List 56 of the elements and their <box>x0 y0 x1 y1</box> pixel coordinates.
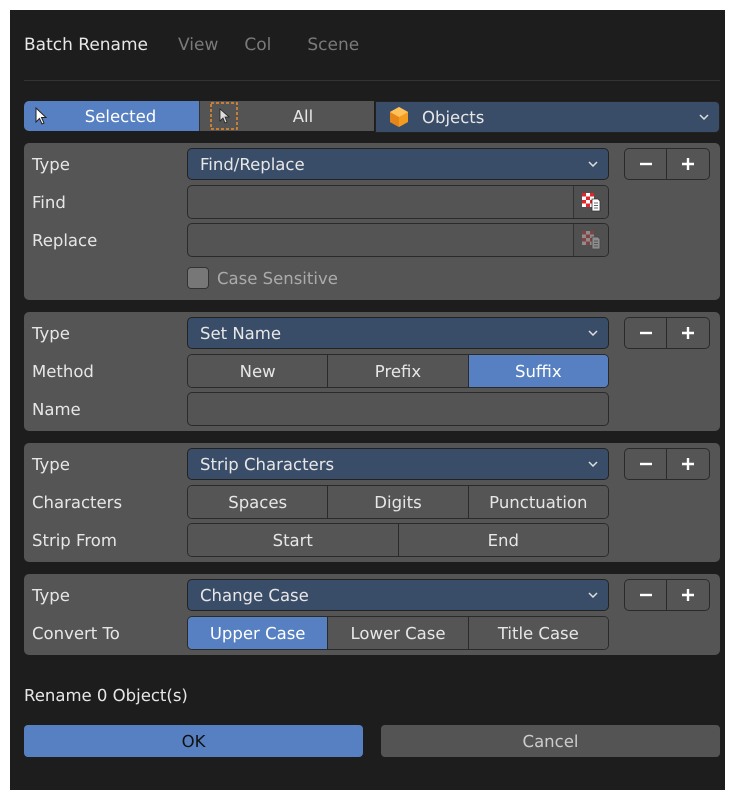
checker-document-icon <box>580 191 602 213</box>
option-toggle[interactable]: Suffix <box>468 355 608 387</box>
status-text: Rename 0 Object(s) <box>24 684 189 706</box>
cube-icon <box>388 106 410 128</box>
field-label: Method <box>32 362 95 380</box>
text-field[interactable] <box>187 223 609 257</box>
dialog-title: Batch Rename <box>24 35 148 55</box>
remove-button[interactable] <box>624 579 667 611</box>
checkbox[interactable] <box>187 267 209 289</box>
option-toggle[interactable]: Title Case <box>468 617 608 649</box>
type-dropdown[interactable]: Strip Characters <box>187 448 609 480</box>
type-dropdown[interactable]: Find/Replace <box>187 148 609 180</box>
field-label: Replace <box>32 230 98 250</box>
eyedropper-button[interactable] <box>573 186 608 218</box>
field-label: Type <box>32 586 71 604</box>
field-label: Type <box>32 454 71 474</box>
type-dropdown[interactable]: Change Case <box>187 579 609 611</box>
field-label: Strip From <box>32 530 118 550</box>
cursor-in-box-icon <box>210 102 238 130</box>
checker-document-icon <box>580 229 602 251</box>
scope-tab[interactable]: All <box>199 101 374 131</box>
plus-icon <box>681 588 695 602</box>
remove-button[interactable] <box>624 148 667 180</box>
option-toggle[interactable]: Punctuation <box>468 486 608 518</box>
remove-button[interactable] <box>624 317 667 349</box>
add-button[interactable] <box>667 448 710 480</box>
checkbox-label: Case Sensitive <box>217 268 338 288</box>
chevron-down-icon <box>588 461 598 467</box>
chevron-down-icon <box>699 114 709 120</box>
option-toggle[interactable]: Upper Case <box>188 617 328 649</box>
add-button[interactable] <box>667 579 710 611</box>
ok-button[interactable]: OK <box>24 725 363 757</box>
scope-tab[interactable]: Selected <box>24 101 199 131</box>
add-button[interactable] <box>667 317 710 349</box>
plus-icon <box>681 326 695 340</box>
option-toggle[interactable]: End <box>398 524 608 556</box>
field-label: Characters <box>32 492 124 512</box>
field-label: Type <box>32 154 71 174</box>
type-dropdown[interactable]: Set Name <box>187 317 609 349</box>
remove-button[interactable] <box>624 448 667 480</box>
chevron-down-icon <box>588 330 598 336</box>
add-button[interactable] <box>667 148 710 180</box>
chevron-down-icon <box>588 161 598 167</box>
data-type-dropdown[interactable]: Objects <box>375 101 720 133</box>
field-label: Find <box>32 192 67 212</box>
field-label: Convert To <box>32 624 121 642</box>
background-tree-item: Scene <box>307 35 360 55</box>
field-label: Type <box>32 324 71 342</box>
cursor-arrow-icon <box>34 107 48 125</box>
chevron-down-icon <box>588 592 598 598</box>
cancel-button[interactable]: Cancel <box>381 725 720 757</box>
field-label: Name <box>32 400 82 418</box>
text-field[interactable] <box>187 392 609 426</box>
text-field[interactable] <box>187 185 609 219</box>
plus-icon <box>681 157 695 171</box>
plus-icon <box>681 457 695 471</box>
